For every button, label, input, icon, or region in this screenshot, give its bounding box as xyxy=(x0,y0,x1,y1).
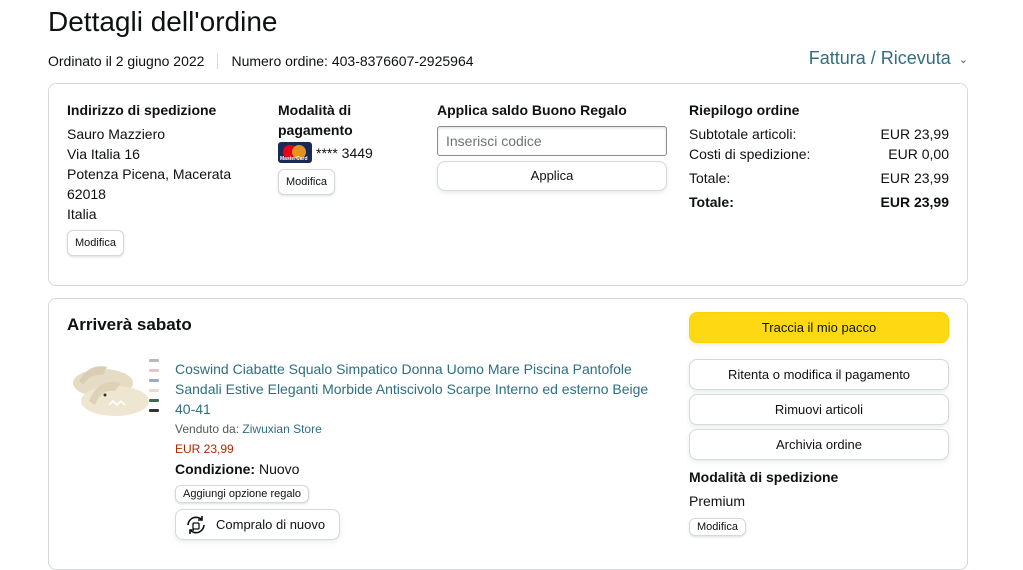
product-image[interactable] xyxy=(69,355,165,425)
track-package-button[interactable]: Traccia il mio pacco xyxy=(689,312,949,343)
sold-by: Venduto da: Ziwuxian Store xyxy=(175,422,322,436)
add-gift-option-button[interactable]: Aggiungi opzione regalo xyxy=(175,485,310,503)
shipping-address-section: Indirizzo di spedizione Sauro Mazziero V… xyxy=(67,100,231,256)
seller-link[interactable]: Ziwuxian Store xyxy=(242,422,321,436)
remove-items-button[interactable]: Rimuovi articoli xyxy=(689,394,949,425)
summary-row: Costi di spedizione: EUR 0,00 xyxy=(689,146,949,162)
page-title: Dettagli dell'ordine xyxy=(48,6,278,37)
address-line: Sauro Mazziero xyxy=(67,126,166,142)
edit-address-button[interactable]: Modifica xyxy=(67,230,124,256)
order-info-box: Indirizzo di spedizione Sauro Mazziero V… xyxy=(48,83,968,286)
buy-again-icon xyxy=(187,515,205,534)
shipping-method-heading: Modalità di spedizione xyxy=(689,469,839,485)
apply-gift-button[interactable]: Applica xyxy=(437,161,667,191)
summary-row: Totale: EUR 23,99 xyxy=(689,170,949,186)
shipment-box: Arriverà sabato Coswind Ciabatte Squalo … xyxy=(48,298,968,570)
address-line: Via Italia 16 xyxy=(67,146,140,162)
address-line: Italia xyxy=(67,206,97,222)
gift-heading: Applica saldo Buono Regalo xyxy=(437,102,627,118)
summary-total-row: Totale: EUR 23,99 xyxy=(689,194,949,210)
payment-section: Modalità di pagamento MasterCard **** 34… xyxy=(278,100,373,195)
product-price: EUR 23,99 xyxy=(175,442,234,456)
payment-heading-2: pagamento xyxy=(278,122,353,138)
invoice-dropdown[interactable]: Fattura / Ricevuta ⌄ xyxy=(809,48,968,69)
mastercard-icon: MasterCard xyxy=(278,142,312,163)
edit-payment-button[interactable]: Modifica xyxy=(278,169,335,195)
arrival-heading: Arriverà sabato xyxy=(67,315,192,334)
chevron-down-icon: ⌄ xyxy=(958,54,968,66)
meta-divider xyxy=(217,53,219,69)
edit-shipping-method-button[interactable]: Modifica xyxy=(689,518,746,536)
gift-code-input[interactable]: Inserisci codice xyxy=(437,126,667,156)
summary-heading: Riepilogo ordine xyxy=(689,102,800,118)
invoice-label: Fattura / Ricevuta xyxy=(808,48,951,68)
payment-heading: Modalità di xyxy=(278,102,352,118)
retry-payment-button[interactable]: Ritenta o modifica il pagamento xyxy=(689,359,949,390)
address-line: Potenza Picena, Macerata xyxy=(67,166,232,182)
address-line: 62018 xyxy=(67,186,106,202)
order-summary-section: Riepilogo ordine Subtotale articoli: EUR … xyxy=(689,100,949,212)
summary-row: Subtotale articoli: EUR 23,99 xyxy=(689,126,949,142)
condition: Condizione: Nuovo xyxy=(175,461,300,477)
gift-card-section: Applica saldo Buono Regalo Inserisci cod… xyxy=(437,100,667,191)
card-number: **** 3449 xyxy=(316,144,373,161)
buy-again-button[interactable]: Compralo di nuovo xyxy=(175,509,340,540)
order-date: Ordinato il 2 giugno 2022 xyxy=(48,53,205,69)
shipping-method-value: Premium xyxy=(689,493,746,509)
product-title-link[interactable]: Coswind Ciabatte Squalo Simpatico Donna … xyxy=(175,359,665,419)
shipping-heading: Indirizzo di spedizione xyxy=(67,102,217,118)
order-meta: Ordinato il 2 giugno 2022 Numero ordine:… xyxy=(48,53,474,69)
order-number: Numero ordine: 403-8376607-2925964 xyxy=(231,53,474,69)
archive-order-button[interactable]: Archivia ordine xyxy=(689,429,949,460)
